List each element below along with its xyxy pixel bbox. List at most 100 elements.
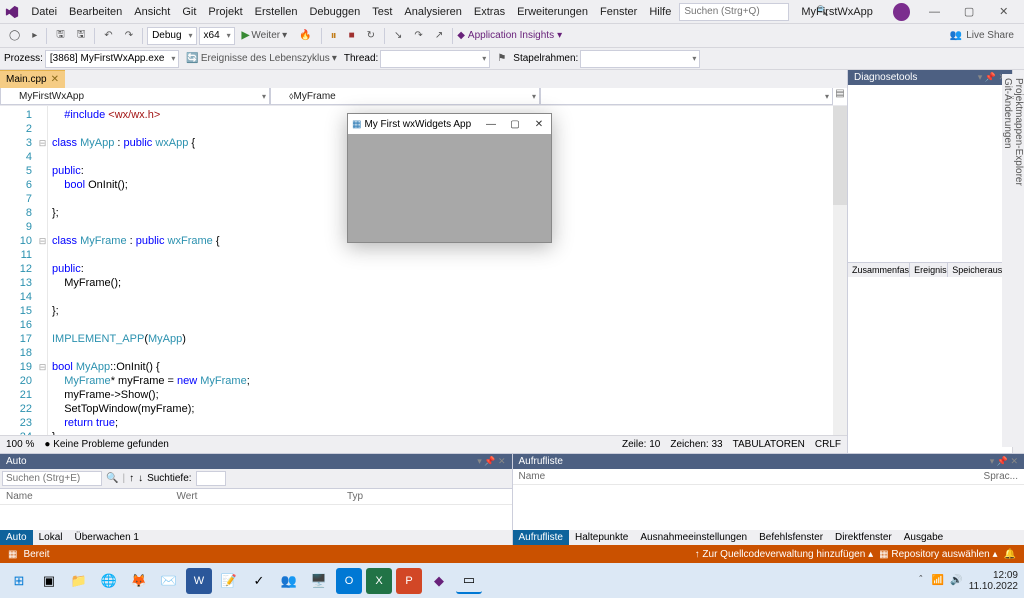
menu-ansicht[interactable]: Ansicht (128, 4, 176, 20)
menu-bearbeiten[interactable]: Bearbeiten (63, 4, 128, 20)
window-minimize[interactable]: — (918, 1, 951, 23)
callstack-header[interactable]: Aufrufliste▾ 📌 ✕ (513, 454, 1024, 469)
select-repo[interactable]: ▦ Repository auswählen ▴ (879, 549, 997, 560)
menu-fenster[interactable]: Fenster (594, 4, 643, 20)
continue-button[interactable]: ▶ Weiter ▾ (237, 28, 292, 43)
autos-search-input[interactable] (2, 471, 102, 486)
notes-icon[interactable]: 📝 (216, 568, 242, 594)
search-icon[interactable]: 🔍 (106, 473, 118, 484)
stop-icon[interactable]: ■ (344, 28, 360, 43)
hot-reload-icon[interactable]: 🔥 (294, 28, 316, 43)
diagnostics-header[interactable]: Diagnosetools▾ 📌 ✕ (848, 70, 1012, 85)
running-app-window[interactable]: ▦ My First wxWidgets App — ▢ ✕ (347, 113, 552, 243)
close-icon[interactable]: ✕ (51, 74, 59, 85)
autos-tab[interactable]: Überwachen 1 (68, 530, 144, 545)
depth-input[interactable] (196, 471, 226, 486)
menu-erstellen[interactable]: Erstellen (249, 4, 304, 20)
git-changes-tab[interactable]: Git-Änderungen (1002, 74, 1013, 447)
window-maximize[interactable]: ▢ (953, 1, 986, 23)
window-close[interactable]: ✕ (987, 1, 1020, 23)
menu-analysieren[interactable]: Analysieren (398, 4, 467, 20)
mail-icon[interactable]: ✉️ (156, 568, 182, 594)
step-into-icon[interactable]: ↘ (389, 28, 407, 43)
powerpoint-icon[interactable]: P (396, 568, 422, 594)
pause-icon[interactable]: ⏸ (326, 26, 342, 45)
indent-mode[interactable]: TABULATOREN (733, 439, 805, 450)
nav-fwd-icon[interactable]: ▸ (27, 28, 42, 43)
notifications-icon[interactable]: 🔔 (1004, 549, 1016, 560)
system-tray[interactable]: ＾ 📶 🔊 12:09 11.10.2022 (916, 570, 1018, 592)
explorer-icon[interactable]: 📁 (66, 568, 92, 594)
menu-hilfe[interactable]: Hilfe (643, 4, 677, 20)
menu-debuggen[interactable]: Debuggen (303, 4, 366, 20)
diag-tab[interactable]: Zusammenfassung (848, 263, 910, 277)
teams-icon[interactable]: 👥 (276, 568, 302, 594)
save-all-icon[interactable]: 🖫 (72, 25, 91, 46)
menu-erweiterungen[interactable]: Erweiterungen (511, 4, 594, 20)
autos-header[interactable]: Auto▾ 📌 ✕ (0, 454, 512, 469)
step-out-icon[interactable]: ↗ (430, 28, 448, 43)
app-minimize[interactable]: — (479, 119, 503, 130)
split-icon[interactable]: ▤ (833, 88, 847, 105)
todo-icon[interactable]: ✓ (246, 568, 272, 594)
autos-tab[interactable]: Auto (0, 530, 33, 545)
remote-icon[interactable]: 🖥️ (306, 568, 332, 594)
autos-tab[interactable]: Lokal (33, 530, 69, 545)
bottom-tab[interactable]: Haltepunkte (569, 530, 634, 545)
live-share[interactable]: 👥 Live Share (944, 30, 1020, 41)
menu-test[interactable]: Test (366, 4, 398, 20)
bottom-tab[interactable]: Ausnahmeeinstellungen (634, 530, 753, 545)
nav-down-icon[interactable]: ↓ (138, 473, 143, 484)
add-source-control[interactable]: ↑ Zur Quellcodeverwaltung hinzufügen ▴ (695, 549, 873, 560)
file-tab[interactable]: Main.cpp ✕ (0, 70, 65, 88)
menu-git[interactable]: Git (176, 4, 202, 20)
config-combo[interactable]: Debug (147, 27, 196, 45)
app-close[interactable]: ✕ (527, 119, 551, 130)
bottom-tab[interactable]: Befehlsfenster (753, 530, 829, 545)
app-maximize[interactable]: ▢ (503, 119, 527, 130)
excel-icon[interactable]: X (366, 568, 392, 594)
global-search[interactable]: 🔍 (679, 3, 789, 21)
solution-explorer-tab[interactable]: Projektmappen-Explorer (1013, 74, 1024, 447)
undo-icon[interactable]: ↶ (99, 28, 117, 43)
save-icon[interactable]: 🖫 (51, 25, 70, 46)
scope-class[interactable]: ⬨ MyFrame (270, 88, 540, 105)
nav-up-icon[interactable]: ↑ (129, 473, 134, 484)
zoom-level[interactable]: 100 % (6, 439, 34, 450)
scope-project[interactable]: MyFirstWxApp (0, 88, 270, 105)
nav-back-icon[interactable]: ◯ (4, 28, 25, 43)
start-icon[interactable]: ⊞ (6, 568, 32, 594)
volume-icon[interactable]: 🔊 (950, 575, 962, 586)
scrollbar[interactable] (833, 106, 847, 435)
lifecycle-events[interactable]: 🔄 Ereignisse des Lebenszyklus ▾ (181, 51, 341, 66)
bottom-tab[interactable]: Direktfenster (829, 530, 898, 545)
menu-projekt[interactable]: Projekt (202, 4, 248, 20)
stackframe-combo[interactable] (580, 50, 700, 68)
running-app-icon[interactable]: ▭ (456, 568, 482, 594)
bottom-tab[interactable]: Aufrufliste (513, 530, 569, 545)
app-insights[interactable]: ◆ Application Insights ▾ (457, 30, 562, 41)
firefox-icon[interactable]: 🦊 (126, 568, 152, 594)
issues-status[interactable]: ● Keine Probleme gefunden (44, 439, 168, 450)
fold-gutter[interactable]: ⊟⊟⊟⊟ (38, 106, 48, 435)
wifi-icon[interactable]: 📶 (932, 575, 944, 586)
bottom-tab[interactable]: Ausgabe (898, 530, 949, 545)
menu-extras[interactable]: Extras (468, 4, 511, 20)
step-over-icon[interactable]: ↷ (409, 28, 427, 43)
edge-icon[interactable]: 🌐 (96, 568, 122, 594)
outlook-icon[interactable]: O (336, 568, 362, 594)
chevron-up-icon[interactable]: ＾ (916, 573, 926, 588)
eol-mode[interactable]: CRLF (815, 439, 841, 450)
word-icon[interactable]: W (186, 568, 212, 594)
diag-tab[interactable]: Ereignisse (910, 263, 948, 277)
redo-icon[interactable]: ↷ (120, 28, 138, 43)
platform-combo[interactable]: x64 (199, 27, 235, 45)
scope-member[interactable] (540, 88, 833, 105)
vs-icon[interactable]: ◆ (426, 568, 452, 594)
restart-icon[interactable]: ↻ (362, 28, 380, 43)
process-combo[interactable]: [3868] MyFirstWxApp.exe (45, 50, 179, 68)
thread-combo[interactable] (380, 50, 490, 68)
app-titlebar[interactable]: ▦ My First wxWidgets App — ▢ ✕ (348, 114, 551, 134)
account-avatar[interactable] (893, 3, 910, 21)
flag-icon[interactable]: ⚑ (492, 51, 511, 66)
